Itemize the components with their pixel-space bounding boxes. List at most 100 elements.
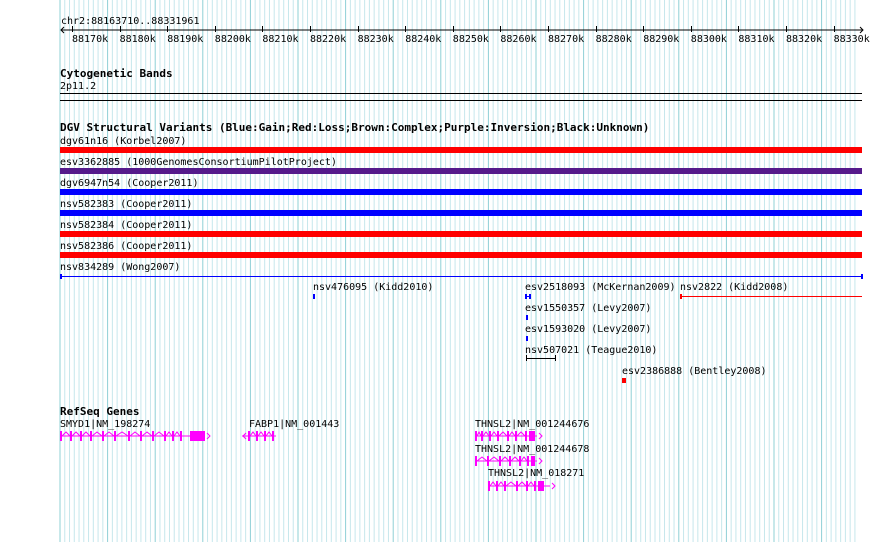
dgv-feature-bar[interactable] [555,355,556,361]
gene-exon-large [538,481,544,491]
dgv-feature-bar[interactable] [60,276,862,277]
dgv-feature-label[interactable]: dgv6947n54 (Cooper2011) [60,178,198,189]
dgv-feature-bar[interactable] [313,294,315,299]
ruler-tick-mark [690,26,692,32]
refseq-gene-label[interactable]: SMYD1|NM_198274 [60,419,150,430]
ruler-tick-label: 88290k [643,34,680,45]
ruler-tick-mark [310,26,311,32]
dgv-track-title: DGV Structural Variants (Blue:Gain;Red:L… [60,121,650,134]
dgv-feature-bar[interactable] [60,189,862,195]
gene-intron [497,481,505,487]
dgv-feature-label[interactable]: nsv582384 (Cooper2011) [60,220,192,231]
gene-exon [114,431,116,441]
ruler-tick-mark [119,26,121,32]
dgv-feature-bar[interactable] [622,378,626,383]
gene-exon [475,431,477,441]
gene-intron [500,456,510,462]
gene-intron [81,431,91,437]
dgv-feature-bar[interactable] [60,210,862,216]
ruler-tick-mark [738,26,740,32]
dgv-feature-label[interactable]: nsv507021 (Teague2010) [525,345,657,356]
ruler-tick-label: 88270k [548,34,585,45]
refseq-gene-model[interactable] [60,430,213,442]
gene-intron [103,431,115,437]
gene-intron [505,481,517,487]
gene-intron [489,481,497,487]
gene-direction-arrow [538,432,543,440]
gene-exon [534,481,536,491]
refseq-gene-label[interactable]: THNSL2|NM_001244678 [475,444,589,455]
ruler-tick-label: 88170k [72,34,109,45]
gene-intron [476,456,488,462]
dgv-feature-label[interactable]: esv1593020 (Levy2007) [525,324,651,335]
dgv-feature-label[interactable]: dgv61n16 (Korbel2007) [60,136,186,147]
refseq-gene-model[interactable] [475,455,545,467]
dgv-feature-endcap [861,274,863,279]
gene-intron [173,431,181,437]
dgv-feature-bar[interactable] [525,294,531,299]
ruler-tick-mark [500,26,502,32]
ruler-tick-mark [167,26,169,32]
gene-exon [152,431,154,441]
dgv-feature-label[interactable]: esv2386888 (Bentley2008) [622,366,767,377]
gene-exon [128,431,130,441]
gene-exon [90,431,92,441]
gene-intron [141,431,153,437]
dgv-feature-label[interactable]: nsv2822 (Kidd2008) [680,282,788,293]
gene-exon [527,456,529,466]
gene-exon [489,431,491,441]
refseq-gene-label[interactable]: FABP1|NM_001443 [249,419,339,430]
dgv-feature-bar[interactable] [526,336,528,341]
dgv-feature-label[interactable]: esv1550357 (Levy2007) [525,303,651,314]
dgv-feature-bar[interactable] [680,294,682,299]
gene-intron [129,431,141,437]
dgv-feature-label[interactable]: nsv582383 (Cooper2011) [60,199,192,210]
dgv-feature-bar[interactable] [526,315,528,320]
ruler-tick-mark [452,26,454,32]
gene-exon [272,431,274,441]
gene-intron [498,431,508,437]
ruler-tick-label: 88240k [405,34,442,45]
ruler-tick-label: 88260k [500,34,537,45]
dgv-feature-bar[interactable] [60,147,862,153]
gene-exon-large [190,431,205,441]
cytoband-bar-bottom [60,100,862,101]
dgv-feature-label[interactable]: nsv582386 (Cooper2011) [60,241,192,252]
ruler-tick-label: 88180k [119,34,156,45]
gene-exon [164,431,166,441]
gene-exon [248,431,250,441]
dgv-feature-bar[interactable] [60,168,862,174]
gene-exon [496,481,498,491]
refseq-gene-label[interactable]: THNSL2|NM_001244676 [475,419,589,430]
gene-intron [249,431,257,437]
gene-intron [115,431,129,437]
refseq-gene-model[interactable] [242,430,284,442]
dgv-feature-bar[interactable] [526,358,556,359]
cytoband-bar-top [60,93,862,94]
dgv-feature-label[interactable]: esv3362885 (1000GenomesConsortiumPilotPr… [60,157,337,168]
refseq-gene-model[interactable] [475,430,545,442]
refseq-gene-label[interactable]: THNSL2|NM_018271 [488,468,584,479]
gene-exon [504,481,506,491]
cytoband-track-title: Cytogenetic Bands [60,67,173,80]
dgv-feature-bar[interactable] [680,296,862,297]
dgv-feature-bar[interactable] [60,252,862,258]
gene-exon [80,431,82,441]
dgv-feature-bar[interactable] [60,231,862,237]
dgv-feature-label[interactable]: nsv834289 (Wong2007) [60,262,180,273]
gene-exon [509,456,511,466]
dgv-feature-bar[interactable] [526,355,527,361]
gene-intron [510,456,520,462]
dgv-feature-endcap [60,274,62,279]
cytoband-label: 2p11.2 [60,81,97,92]
gene-exon [516,481,518,491]
gene-intron [257,431,265,437]
gene-exon [264,431,266,441]
refseq-gene-model[interactable] [488,480,558,492]
gene-exon [487,456,489,466]
gene-exon [172,431,174,441]
gene-exon [529,431,531,441]
dgv-feature-label[interactable]: nsv476095 (Kidd2010) [313,282,433,293]
gene-intron [265,431,273,437]
dgv-feature-label[interactable]: esv2518093 (McKernan2009) [525,282,676,293]
